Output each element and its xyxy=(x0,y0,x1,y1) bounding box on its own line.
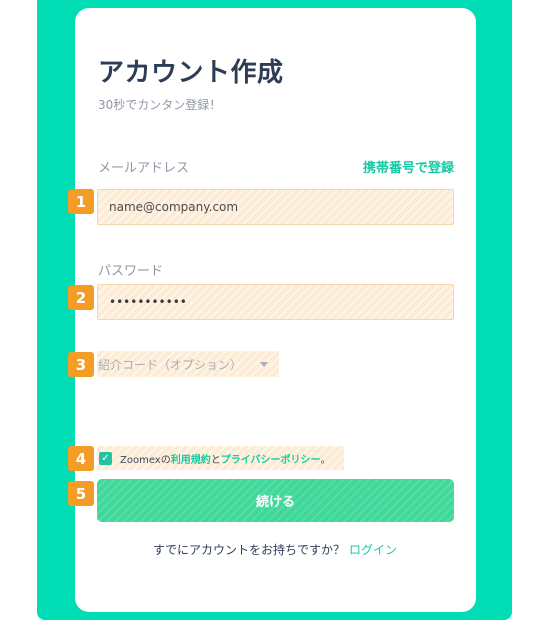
login-link[interactable]: ログイン xyxy=(349,543,397,557)
password-label: パスワード xyxy=(98,264,164,279)
step-badge-4: 4 xyxy=(68,446,94,471)
password-field-wrapper xyxy=(97,284,454,320)
referral-code-dropdown[interactable]: 紹介コード（オプション） xyxy=(97,351,279,377)
terms-checkbox[interactable]: ✓ xyxy=(99,451,112,465)
check-icon: ✓ xyxy=(101,452,110,464)
terms-of-use-link[interactable]: 利用規約 xyxy=(171,455,211,466)
step-badge-5: 5 xyxy=(68,481,94,506)
terms-suffix: 。 xyxy=(320,454,331,466)
step-badge-3: 3 xyxy=(68,352,94,377)
phone-signup-link[interactable]: 携帯番号で登録 xyxy=(363,157,454,176)
terms-text: Zoomexの利用規約とプライバシーポリシー。 xyxy=(120,451,331,466)
login-prompt: すでにアカウントをお持ちですか？ ログイン xyxy=(0,541,550,558)
page-subtitle: 30秒でカンタン登録！ xyxy=(98,98,222,112)
terms-prefix: Zoomexの xyxy=(120,454,171,466)
email-label: メールアドレス xyxy=(98,161,190,176)
email-field[interactable] xyxy=(98,190,453,224)
login-prompt-text: すでにアカウントをお持ちですか？ xyxy=(152,543,346,557)
referral-code-label: 紹介コード（オプション） xyxy=(98,357,243,372)
terms-row: ✓ Zoomexの利用規約とプライバシーポリシー。 xyxy=(97,446,344,470)
terms-middle: と xyxy=(210,454,221,466)
step-badge-2: 2 xyxy=(68,285,94,310)
step-badge-1: 1 xyxy=(68,189,94,214)
continue-button[interactable]: 続ける xyxy=(97,479,454,522)
chevron-down-icon xyxy=(260,361,269,367)
email-field-wrapper xyxy=(97,189,454,225)
privacy-policy-link[interactable]: プライバシーポリシー xyxy=(221,455,321,466)
password-field[interactable] xyxy=(98,285,453,319)
page-title: アカウント作成 xyxy=(98,58,284,88)
